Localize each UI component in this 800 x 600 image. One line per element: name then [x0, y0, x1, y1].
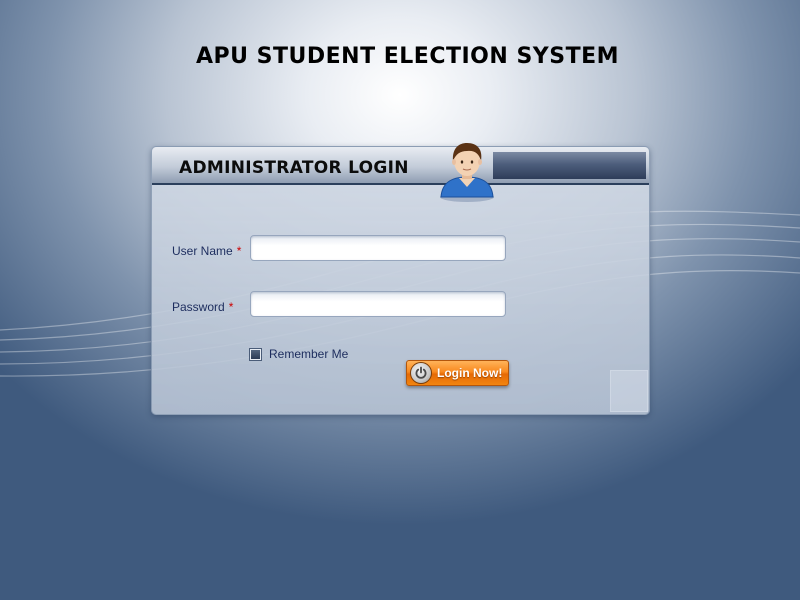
- login-panel-header: ADMINISTRATOR LOGIN: [152, 147, 649, 185]
- login-page: APU STUDENT ELECTION SYSTEM ADMINISTRATO…: [0, 0, 800, 600]
- login-panel: ADMINISTRATOR LOGIN User Name * Password *: [151, 143, 650, 415]
- password-input[interactable]: [250, 291, 506, 317]
- required-marker: *: [228, 300, 234, 314]
- login-button[interactable]: Login Now!: [406, 360, 509, 386]
- username-label-text: User Name: [172, 244, 233, 258]
- required-marker: *: [236, 244, 242, 258]
- decorative-square: [610, 370, 648, 412]
- power-icon: [410, 362, 432, 384]
- remember-me-checkbox[interactable]: [249, 347, 262, 361]
- password-label-text: Password: [172, 300, 225, 314]
- user-avatar-icon: [440, 143, 494, 202]
- remember-me-label: Remember Me: [269, 347, 349, 361]
- page-title: APU STUDENT ELECTION SYSTEM: [196, 44, 619, 69]
- header-accent-bar: [493, 152, 646, 179]
- password-label: Password *: [172, 300, 233, 314]
- username-label: User Name *: [172, 244, 241, 258]
- username-input[interactable]: [250, 235, 506, 261]
- remember-me-option[interactable]: Remember Me: [249, 347, 349, 361]
- login-button-label: Login Now!: [437, 366, 503, 380]
- login-panel-title: ADMINISTRATOR LOGIN: [179, 158, 409, 178]
